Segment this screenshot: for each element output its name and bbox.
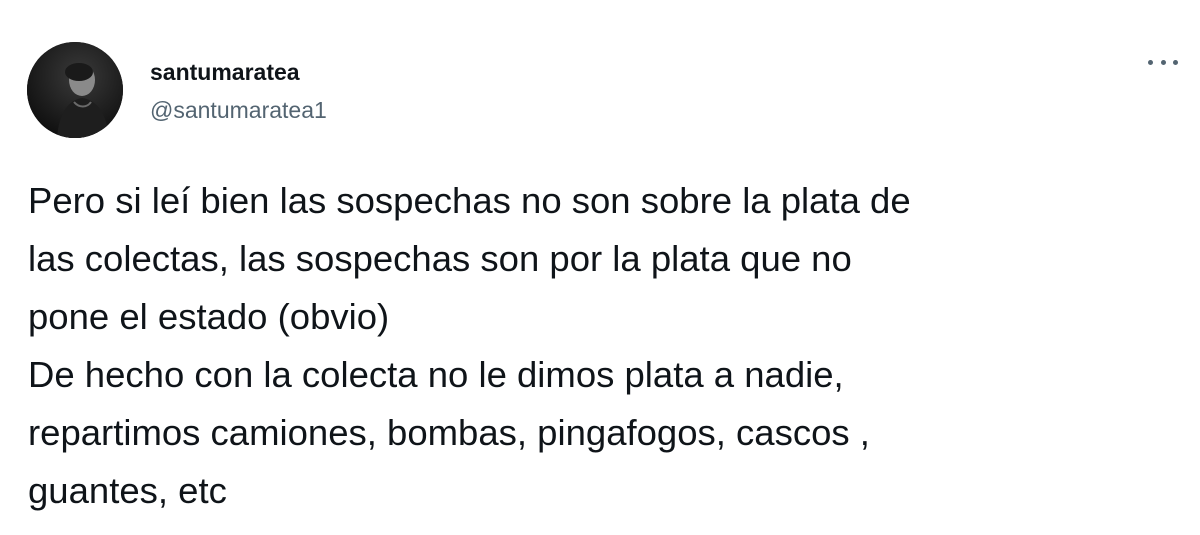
avatar-photo [27, 42, 123, 138]
tweet-card: santumaratea @santumaratea1 Pero si leí … [0, 0, 1200, 535]
avatar[interactable] [27, 42, 123, 138]
user-handle[interactable]: @santumaratea1 [150, 96, 327, 124]
tweet-text-line: De hecho con la colecta no le dimos plat… [28, 354, 844, 395]
more-dot [1148, 59, 1153, 65]
tweet-text-line: repartimos camiones, bombas, pingafogos,… [28, 412, 870, 453]
tweet-text-line: Pero si leí bien las sospechas no son so… [28, 180, 911, 221]
more-options-icon[interactable] [1148, 50, 1178, 74]
more-dot [1173, 59, 1178, 65]
display-name[interactable]: santumaratea [150, 58, 300, 86]
more-dot [1160, 59, 1166, 65]
tweet-text-line: las colectas, las sospechas son por la p… [28, 238, 852, 279]
tweet-text-line: guantes, etc [28, 470, 227, 511]
tweet-text: Pero si leí bien las sospechas no son so… [28, 172, 1178, 520]
tweet-text-line: pone el estado (obvio) [28, 296, 390, 337]
